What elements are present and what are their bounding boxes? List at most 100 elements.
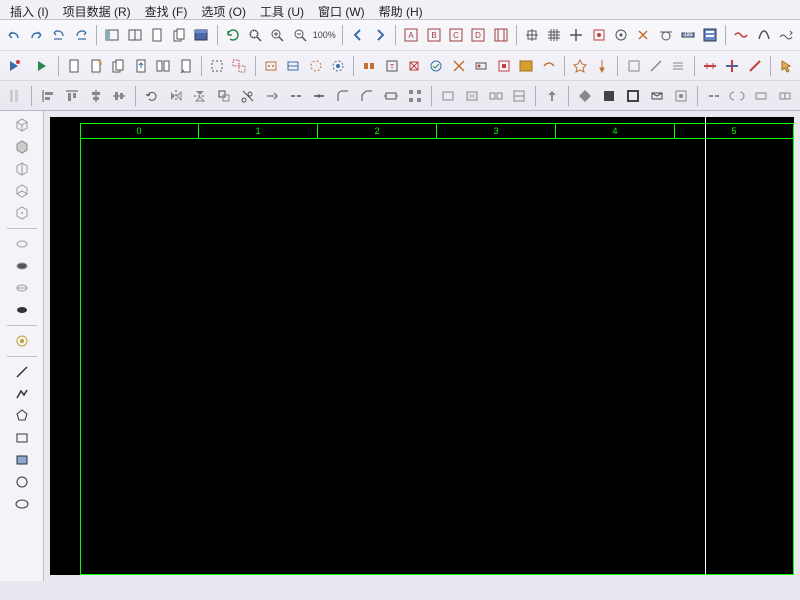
bus-diag-icon[interactable] — [744, 55, 764, 77]
window-icon[interactable] — [191, 24, 211, 46]
view-3d-1-icon[interactable] — [12, 115, 32, 135]
view-3d-5-icon[interactable] — [12, 203, 32, 223]
obj-2-icon[interactable] — [12, 256, 32, 276]
bus-cross-icon[interactable] — [722, 55, 742, 77]
conn-3-icon[interactable] — [750, 85, 772, 107]
align-center-icon[interactable] — [85, 85, 107, 107]
run-icon[interactable] — [32, 55, 52, 77]
panel-left-icon[interactable] — [102, 24, 122, 46]
measure-icon[interactable]: 123 — [678, 24, 698, 46]
pin-icon[interactable] — [592, 55, 612, 77]
select-multi-icon[interactable] — [229, 55, 249, 77]
obj-4-icon[interactable] — [12, 300, 32, 320]
grid-e-icon[interactable] — [490, 24, 510, 46]
snap-object-icon[interactable] — [588, 24, 608, 46]
draw-rect-icon[interactable] — [12, 428, 32, 448]
grid-c-icon[interactable]: C — [446, 24, 466, 46]
draw-line-icon[interactable] — [12, 362, 32, 382]
conn-4-icon[interactable] — [774, 85, 796, 107]
panel-split-icon[interactable] — [124, 24, 144, 46]
scale-icon[interactable] — [213, 85, 235, 107]
tool-n-icon[interactable] — [623, 55, 643, 77]
obj-3-icon[interactable] — [12, 278, 32, 298]
doc-out-icon[interactable] — [131, 55, 151, 77]
comp-f-icon[interactable]: T — [381, 55, 401, 77]
wave-red-icon[interactable] — [731, 24, 751, 46]
comp-a-icon[interactable] — [261, 55, 281, 77]
target-icon[interactable] — [12, 331, 32, 351]
ortho-icon[interactable] — [566, 24, 586, 46]
pages-icon[interactable] — [169, 24, 189, 46]
drawing-canvas[interactable]: 0 1 2 3 4 5 — [50, 117, 794, 575]
snap-tangent-icon[interactable] — [655, 24, 675, 46]
align-top-icon[interactable] — [61, 85, 83, 107]
comp-l-icon[interactable] — [516, 55, 536, 77]
select-area-icon[interactable] — [207, 55, 227, 77]
wave-export-icon[interactable] — [776, 24, 796, 46]
zoom-percent-label[interactable]: 100% — [312, 24, 337, 46]
view-3d-3-icon[interactable] — [12, 159, 32, 179]
trim-icon[interactable] — [237, 85, 259, 107]
layer-3-icon[interactable] — [485, 85, 507, 107]
chamfer-icon[interactable] — [356, 85, 378, 107]
comp-j-icon[interactable] — [471, 55, 491, 77]
zoom-fit-icon[interactable] — [245, 24, 265, 46]
doc-icon[interactable] — [63, 55, 83, 77]
redo-history-icon[interactable] — [71, 24, 91, 46]
new-page-icon[interactable] — [147, 24, 167, 46]
star-icon[interactable] — [570, 55, 590, 77]
doc-pair-icon[interactable] — [153, 55, 173, 77]
align-middle-icon[interactable] — [109, 85, 131, 107]
handle-icon[interactable] — [4, 85, 26, 107]
mirror-v-icon[interactable] — [189, 85, 211, 107]
extend-icon[interactable] — [261, 85, 283, 107]
comp-c-icon[interactable] — [305, 55, 325, 77]
snap-point-icon[interactable] — [611, 24, 631, 46]
grid-d-icon[interactable]: D — [468, 24, 488, 46]
zoom-out-icon[interactable] — [289, 24, 309, 46]
comp-d-icon[interactable] — [328, 55, 348, 77]
fillet-icon[interactable] — [332, 85, 354, 107]
tool-o-icon[interactable] — [646, 55, 666, 77]
layer-4-icon[interactable] — [509, 85, 531, 107]
grid-snap-icon[interactable] — [522, 24, 542, 46]
menu-insert[interactable]: 插入 (I) — [4, 2, 55, 17]
tool-p-icon[interactable] — [668, 55, 688, 77]
menu-project-data[interactable]: 项目数据 (R) — [57, 2, 137, 17]
undo-icon[interactable] — [4, 24, 24, 46]
obj-1-icon[interactable] — [12, 234, 32, 254]
grid-a-icon[interactable]: A — [401, 24, 421, 46]
align-left-icon[interactable] — [37, 85, 59, 107]
zoom-in-icon[interactable] — [267, 24, 287, 46]
menu-window[interactable]: 窗口 (W) — [312, 2, 371, 17]
view-3d-2-icon[interactable] — [12, 137, 32, 157]
shape-5-icon[interactable] — [670, 85, 692, 107]
rotate-icon[interactable] — [141, 85, 163, 107]
conn-2-icon[interactable] — [727, 85, 749, 107]
stretch-icon[interactable] — [380, 85, 402, 107]
wave-signal-icon[interactable] — [753, 24, 773, 46]
comp-b-icon[interactable] — [283, 55, 303, 77]
break-icon[interactable] — [285, 85, 307, 107]
shape-4-icon[interactable] — [646, 85, 668, 107]
conn-1-icon[interactable] — [703, 85, 725, 107]
draw-polyline-icon[interactable] — [12, 384, 32, 404]
doc-copy-icon[interactable] — [108, 55, 128, 77]
draw-rect-fill-icon[interactable] — [12, 450, 32, 470]
menu-options[interactable]: 选项 (O) — [195, 2, 252, 17]
bus-h-icon[interactable] — [700, 55, 720, 77]
cursor-icon[interactable] — [776, 55, 796, 77]
page-next-icon[interactable] — [370, 24, 390, 46]
draw-ellipse-icon[interactable] — [12, 494, 32, 514]
grid-toggle-icon[interactable] — [544, 24, 564, 46]
join-icon[interactable] — [309, 85, 331, 107]
draw-circle-icon[interactable] — [12, 472, 32, 492]
comp-h-icon[interactable] — [426, 55, 446, 77]
comp-e-icon[interactable] — [359, 55, 379, 77]
run-validate-icon[interactable] — [4, 55, 24, 77]
menu-help[interactable]: 帮助 (H) — [373, 2, 429, 17]
view-3d-4-icon[interactable] — [12, 181, 32, 201]
menu-tools[interactable]: 工具 (U) — [254, 2, 310, 17]
mirror-h-icon[interactable] — [165, 85, 187, 107]
draw-polygon-icon[interactable] — [12, 406, 32, 426]
